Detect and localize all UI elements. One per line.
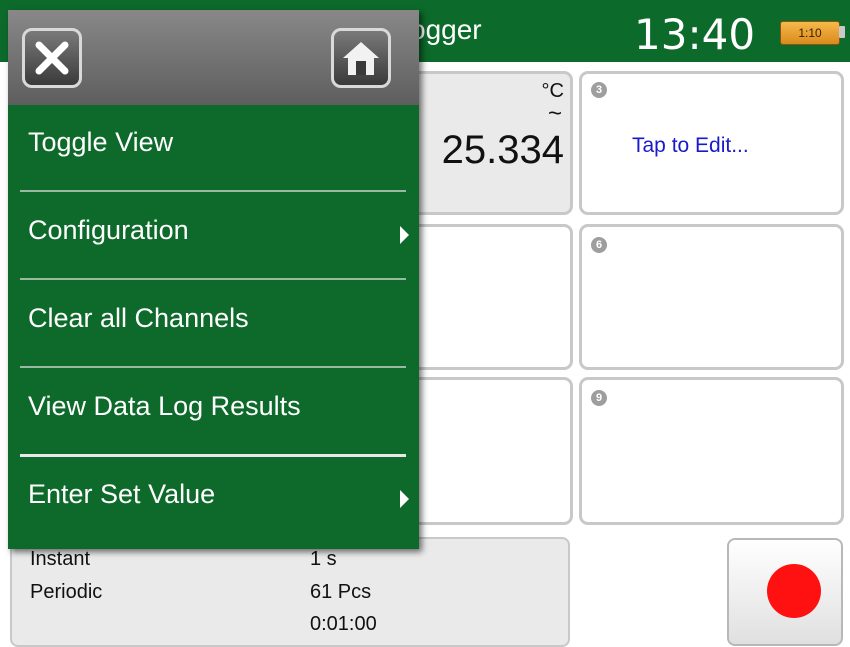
duration-value: 0:01:00 [310, 613, 377, 635]
trigger-value: 1 s [310, 548, 337, 570]
channel-3-number: 3 [591, 82, 607, 98]
menu-item-toggle-view[interactable]: Toggle View [8, 105, 419, 190]
close-icon [35, 41, 69, 75]
count-value: 61 Pcs [310, 581, 372, 603]
channel-tile-5[interactable] [405, 224, 573, 370]
menu-divider [20, 366, 406, 368]
channel-tile-9[interactable]: 9 [579, 377, 844, 525]
menu-item-enter-set-value[interactable]: Enter Set Value [8, 457, 419, 542]
menu-item-view-data-log-results[interactable]: View Data Log Results [8, 369, 419, 454]
menu-divider [20, 278, 406, 280]
record-icon [767, 564, 821, 618]
menu-divider [20, 190, 406, 192]
menu-item-label: Configuration [28, 215, 189, 245]
home-button[interactable] [331, 28, 391, 88]
menu-item-label: Clear all Channels [28, 303, 249, 333]
menu-header [8, 10, 419, 105]
channel-6-number: 6 [591, 237, 607, 253]
log-settings-panel[interactable]: Instant 1 s Periodic 61 Pcs 0:01:00 [10, 537, 570, 647]
channel-3-edit-hint: Tap to Edit... [632, 134, 749, 157]
channel-2-tilde: ~ [547, 100, 562, 127]
menu-item-label: Enter Set Value [28, 479, 216, 509]
channel-2-value: 25.334 [441, 128, 564, 172]
channel-tile-8[interactable] [405, 377, 573, 525]
home-icon [343, 42, 379, 75]
record-button[interactable] [727, 538, 843, 646]
mode-label: Periodic [30, 581, 103, 603]
channel-tile-6[interactable]: 6 [579, 224, 844, 370]
channel-tile-3[interactable]: 3 Tap to Edit... [579, 71, 844, 215]
context-menu: Toggle View Configuration Clear all Chan… [8, 10, 419, 549]
close-button[interactable] [22, 28, 82, 88]
channel-tile-2[interactable]: °C ~ 25.334 [405, 71, 573, 215]
submenu-arrow-icon [400, 226, 409, 244]
menu-item-label: Toggle View [28, 127, 174, 157]
battery-tip [839, 26, 845, 38]
menu-item-label: View Data Log Results [28, 391, 301, 421]
clock: 13:40 [634, 10, 756, 59]
channel-9-number: 9 [591, 390, 607, 406]
menu-item-clear-all-channels[interactable]: Clear all Channels [8, 281, 419, 366]
menu-item-configuration[interactable]: Configuration [8, 193, 419, 278]
submenu-arrow-icon [400, 490, 409, 508]
trigger-label: Instant [30, 548, 91, 570]
app-title: ogger [410, 14, 482, 45]
battery-indicator: 1:10 [780, 21, 840, 45]
